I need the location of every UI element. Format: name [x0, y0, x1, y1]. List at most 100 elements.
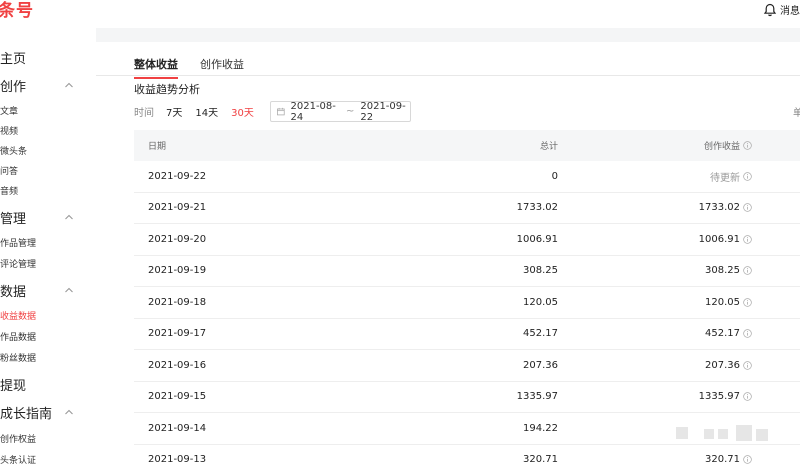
- info-icon[interactable]: [743, 235, 752, 244]
- cell-date: 2021-09-19: [148, 265, 207, 277]
- header-income: 创作收益: [558, 139, 752, 152]
- info-icon[interactable]: [743, 392, 752, 401]
- cell-total: 308.25: [523, 265, 558, 277]
- cell-date: 2021-09-20: [148, 233, 207, 245]
- sidebar-item-9[interactable]: 评论管理: [0, 257, 36, 270]
- cell-income-value: 1335.97: [698, 391, 740, 403]
- cell-income: 308.25: [558, 265, 752, 276]
- sidebar-item-11[interactable]: 收益数据: [0, 309, 36, 322]
- table-row: 2021-09-17 452.17 452.17: [134, 319, 800, 350]
- cell-income-value: 1733.02: [698, 202, 740, 214]
- cell-total: 1006.91: [516, 233, 558, 245]
- cell-income: 207.36: [558, 360, 752, 371]
- sidebar-item-5[interactable]: 问答: [0, 164, 18, 177]
- messages-button[interactable]: 消息: [763, 2, 800, 17]
- header-date: 日期: [148, 142, 167, 152]
- sidebar-item-4[interactable]: 微头条: [0, 144, 27, 157]
- range-option-0[interactable]: 7天: [166, 104, 182, 119]
- cell-total: 120.05: [523, 296, 558, 308]
- table-body: 2021-09-22 0 待更新 2021-09-21 1733.02 1733.02 20…: [134, 161, 800, 471]
- range-options: 7天 14天 30天: [166, 104, 267, 119]
- sidebar-section-14[interactable]: 提现: [0, 375, 26, 394]
- sidebar-item-6[interactable]: 音频: [0, 184, 18, 197]
- sidebar-section-1[interactable]: 创作: [0, 76, 26, 95]
- cell-date: 2021-09-18: [148, 296, 207, 308]
- cell-income-value: 308.25: [705, 265, 740, 277]
- sidebar-item-2[interactable]: 文章: [0, 104, 18, 117]
- info-icon[interactable]: [743, 203, 752, 212]
- sidebar-section-0[interactable]: 主页: [0, 48, 26, 67]
- table-header: 日期 总计 创作收益: [134, 130, 800, 161]
- cell-total: 320.71: [523, 454, 558, 466]
- table-row: 2021-09-18 120.05 120.05: [134, 287, 800, 319]
- cell-date: 2021-09-21: [148, 202, 207, 214]
- info-icon[interactable]: [743, 172, 752, 181]
- cell-income: 320.71: [558, 454, 752, 465]
- info-icon[interactable]: [743, 141, 752, 150]
- cell-income-value: 1006.91: [698, 233, 740, 245]
- sidebar-item-12[interactable]: 作品数据: [0, 330, 36, 343]
- bell-icon: [763, 3, 777, 16]
- cell-income-value: 待更新: [710, 172, 740, 184]
- app-logo[interactable]: 条号: [0, 0, 34, 22]
- income-table: 日期 总计 创作收益 2021-09-22 0 待更新 2021-09-21 1733.…: [134, 130, 800, 471]
- cell-date: 2021-09-15: [148, 391, 207, 403]
- chevron-up-icon[interactable]: [64, 213, 74, 221]
- cell-total: 0: [551, 170, 558, 182]
- top-bar: 条号 消息: [0, 0, 800, 28]
- tab-divider: [96, 75, 800, 76]
- cell-income: 452.17: [558, 328, 752, 339]
- info-icon[interactable]: [743, 329, 752, 338]
- header-income-label: 创作收益: [703, 142, 740, 152]
- table-row: 2021-09-21 1733.02 1733.02: [134, 193, 800, 224]
- main-panel: 整体收益 创作收益 收益趋势分析 时间 7天 14天 30天 2021-08-24 ~…: [96, 42, 800, 471]
- clipped-label: 单: [793, 108, 800, 119]
- table-row: 2021-09-19 308.25 308.25: [134, 256, 800, 287]
- header-total: 总计: [539, 142, 558, 152]
- time-filter: 时间 7天 14天 30天 2021-08-24 ~ 2021-09-22: [134, 100, 411, 123]
- sidebar-item-17[interactable]: 头条认证: [0, 453, 36, 466]
- info-icon[interactable]: [743, 455, 752, 464]
- table-row: 2021-09-22 0 待更新: [134, 161, 800, 193]
- cell-income-value: 320.71: [705, 454, 740, 466]
- cell-total: 194.22: [523, 422, 558, 434]
- cell-total: 1335.97: [516, 391, 558, 403]
- cell-date: 2021-09-17: [148, 328, 207, 340]
- cell-income: 1733.02: [558, 202, 752, 213]
- table-row: 2021-09-15 1335.97 1335.97: [134, 382, 800, 413]
- info-icon[interactable]: [743, 266, 752, 275]
- range-option-1[interactable]: 14天: [195, 104, 218, 119]
- table-row: 2021-09-20 1006.91 1006.91: [134, 224, 800, 256]
- sidebar-item-8[interactable]: 作品管理: [0, 236, 36, 249]
- info-icon[interactable]: [743, 298, 752, 307]
- cell-income-value: 452.17: [705, 328, 740, 340]
- sidebar-section-15[interactable]: 成长指南: [0, 403, 52, 422]
- chevron-up-icon[interactable]: [64, 81, 74, 89]
- cell-income: 1335.97: [558, 391, 752, 402]
- cell-date: 2021-09-16: [148, 359, 207, 371]
- cell-income: 1006.91: [558, 234, 752, 245]
- sidebar: 主页创作文章视频微头条问答音频管理作品管理评论管理数据收益数据作品数据粉丝数据提…: [0, 28, 96, 471]
- cell-date: 2021-09-14: [148, 422, 207, 434]
- end-date: 2021-09-22: [360, 100, 406, 123]
- sidebar-item-16[interactable]: 创作权益: [0, 432, 36, 445]
- cell-date: 2021-09-13: [148, 454, 207, 466]
- date-range-picker[interactable]: 2021-08-24 ~ 2021-09-22: [269, 100, 411, 123]
- sidebar-section-7[interactable]: 管理: [0, 208, 26, 227]
- table-row: 2021-09-16 207.36 207.36: [134, 350, 800, 382]
- cell-total: 207.36: [523, 359, 558, 371]
- cell-total: 452.17: [523, 328, 558, 340]
- chevron-up-icon[interactable]: [64, 286, 74, 294]
- cell-income-value: 120.05: [705, 296, 740, 308]
- sidebar-item-3[interactable]: 视频: [0, 124, 18, 137]
- date-separator: ~: [345, 106, 355, 117]
- sidebar-item-13[interactable]: 粉丝数据: [0, 351, 36, 364]
- range-option-2[interactable]: 30天: [231, 104, 254, 119]
- info-icon[interactable]: [743, 361, 752, 370]
- table-row: 2021-09-14 194.22: [134, 413, 800, 445]
- start-date: 2021-08-24: [290, 100, 336, 123]
- chevron-up-icon[interactable]: [64, 408, 74, 416]
- cell-income: 120.05: [558, 297, 752, 308]
- messages-label: 消息: [780, 6, 800, 17]
- sidebar-section-10[interactable]: 数据: [0, 281, 26, 300]
